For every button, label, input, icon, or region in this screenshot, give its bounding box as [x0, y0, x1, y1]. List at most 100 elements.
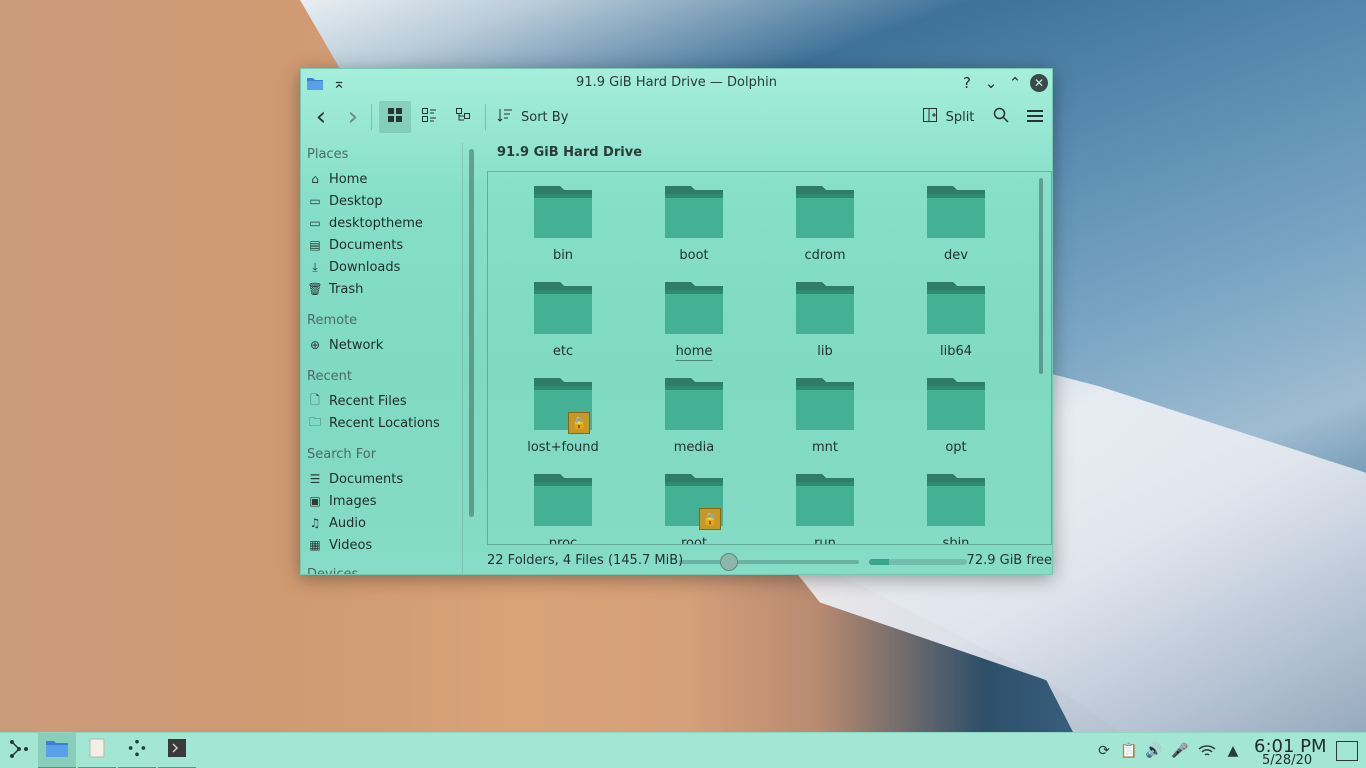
recent-locations-icon: 🗀 — [308, 414, 321, 429]
split-button[interactable]: Split — [921, 101, 975, 133]
folder-item[interactable]: sbin — [896, 474, 1016, 545]
sidebar-item-search-documents[interactable]: ☰ Documents — [307, 468, 404, 490]
grid-icon — [387, 107, 403, 127]
folder-item[interactable]: 🔒 lost+found — [503, 378, 623, 455]
search-for-heading: Search For — [307, 447, 377, 462]
sidebar-item-label: Trash — [329, 281, 364, 297]
application-launcher-button[interactable] — [0, 733, 38, 768]
updates-icon[interactable]: ⟳ — [1094, 741, 1114, 761]
file-view[interactable]: bin boot cdrom dev etc home lib lib64 🔒 lost+foun… — [487, 171, 1052, 545]
back-button[interactable]: ‹ — [309, 101, 333, 133]
lock-icon: 🔒 — [568, 412, 590, 434]
sort-by-label: Sort By — [521, 109, 569, 125]
folder-item[interactable]: media — [634, 378, 754, 455]
sidebar-item-documents[interactable]: ▤ Documents — [307, 234, 403, 256]
folder-icon — [45, 738, 69, 763]
folder-icon — [534, 474, 592, 526]
dolphin-window: ⌅ 91.9 GiB Hard Drive — Dolphin ? ⌄ ⌃ ✕ … — [300, 68, 1053, 575]
lock-icon: 🔒 — [699, 508, 721, 530]
folder-name: home — [675, 344, 713, 359]
sidebar-item-home[interactable]: ⌂ Home — [307, 168, 367, 190]
title-bar[interactable]: ⌅ 91.9 GiB Hard Drive — Dolphin ? ⌄ ⌃ ✕ — [301, 69, 1052, 97]
content-scrollbar[interactable] — [1039, 178, 1043, 374]
sidebar-item-label: Desktop — [329, 193, 383, 209]
folder-item[interactable]: boot — [634, 186, 754, 263]
task-text-editor[interactable] — [78, 733, 116, 768]
download-icon: ⤓ — [312, 259, 318, 274]
location-breadcrumb[interactable]: 91.9 GiB Hard Drive — [497, 145, 642, 160]
terminal-icon — [167, 738, 187, 763]
folder-item[interactable]: dev — [896, 186, 1016, 263]
sidebar-item-recent-files[interactable]: 🗋 Recent Files — [307, 390, 407, 412]
task-dolphin[interactable] — [38, 733, 76, 768]
sidebar-item-network[interactable]: ⊕ Network — [307, 334, 383, 356]
minimize-icon[interactable]: ⌄ — [981, 73, 1001, 93]
folder-icon — [665, 186, 723, 238]
maximize-icon[interactable]: ⌃ — [1005, 73, 1025, 93]
sidebar-scrollbar[interactable] — [469, 149, 474, 517]
zoom-slider-track[interactable] — [679, 560, 859, 564]
folder-name: lost+found — [527, 440, 599, 455]
disk-usage-fill — [869, 559, 889, 565]
folder-name: sbin — [942, 536, 970, 545]
sidebar-item-audio[interactable]: ♫ Audio — [307, 512, 366, 534]
sort-by-button[interactable]: Sort By — [497, 101, 577, 133]
microphone-icon[interactable]: 🎤 — [1170, 741, 1190, 761]
split-label: Split — [945, 109, 975, 125]
folder-item[interactable]: run — [765, 474, 885, 544]
sidebar-item-desktoptheme[interactable]: ▭ desktoptheme — [307, 212, 423, 234]
status-bar: 22 Folders, 4 Files (145.7 MiB) 72.9 GiB… — [487, 549, 1052, 573]
folder-item[interactable]: etc — [503, 282, 623, 359]
sidebar-item-videos[interactable]: ▦ Videos — [307, 534, 372, 556]
audio-icon: ♫ — [309, 516, 321, 530]
clock-date[interactable]: 5/28/20 — [1262, 753, 1312, 768]
folder-item[interactable]: opt — [896, 378, 1016, 455]
sidebar-item-desktop[interactable]: ▭ Desktop — [307, 190, 383, 212]
hamburger-menu-button[interactable] — [1021, 101, 1049, 133]
icons-view-button[interactable] — [379, 101, 411, 133]
close-icon[interactable]: ✕ — [1030, 74, 1048, 92]
folder-name: mnt — [812, 440, 838, 455]
volume-icon[interactable]: 🔊 — [1144, 741, 1164, 761]
folder-item[interactable]: home — [634, 282, 754, 359]
folder-item[interactable]: lib64 — [896, 282, 1016, 359]
sidebar-item-label: Videos — [329, 537, 373, 553]
sidebar-divider[interactable] — [462, 143, 463, 574]
folder-item[interactable]: 🔒 root — [634, 474, 754, 544]
folder-item[interactable]: proc — [503, 474, 623, 544]
search-button[interactable] — [987, 101, 1015, 133]
folder-icon — [927, 186, 985, 238]
remote-heading: Remote — [307, 313, 358, 328]
task-terminal[interactable] — [158, 733, 196, 768]
details-view-button[interactable] — [413, 101, 445, 133]
sidebar-item-downloads[interactable]: ⤓ Downloads — [307, 256, 400, 278]
folder-icon: 🔒 — [534, 378, 592, 434]
sidebar-item-label: Network — [329, 337, 384, 353]
show-desktop-button[interactable] — [1336, 741, 1358, 761]
tree-view-button[interactable] — [447, 101, 479, 133]
folder-item[interactable]: mnt — [765, 378, 885, 455]
clipboard-icon[interactable]: 📋 — [1119, 741, 1139, 761]
folder-item[interactable]: bin — [503, 186, 623, 263]
home-icon: ⌂ — [311, 172, 319, 186]
task-discover[interactable] — [118, 733, 156, 768]
forward-button[interactable]: › — [341, 101, 365, 133]
sidebar-item-label: Home — [329, 171, 368, 187]
help-icon[interactable]: ? — [957, 73, 977, 93]
sidebar-item-images[interactable]: ▣ Images — [307, 490, 376, 512]
recent-heading: Recent — [307, 369, 352, 384]
sidebar-item-recent-locations[interactable]: 🗀 Recent Locations — [307, 412, 440, 434]
sidebar-item-trash[interactable]: 🗑 Trash — [307, 278, 363, 300]
zoom-slider-handle[interactable] — [720, 553, 739, 571]
folder-icon: ▭ — [309, 216, 321, 230]
wifi-icon[interactable] — [1197, 741, 1217, 761]
folder-item[interactable]: cdrom — [765, 186, 885, 263]
sort-icon — [497, 107, 513, 127]
desktop-icon: ▭ — [309, 194, 321, 208]
search-icon — [993, 107, 1009, 127]
system-tray-expand-icon[interactable]: ▲ — [1223, 741, 1243, 761]
sidebar-item-label: desktoptheme — [329, 215, 423, 231]
sidebar-item-label: Recent Files — [329, 393, 407, 409]
folder-name: lib64 — [939, 344, 973, 359]
folder-item[interactable]: lib — [765, 282, 885, 359]
